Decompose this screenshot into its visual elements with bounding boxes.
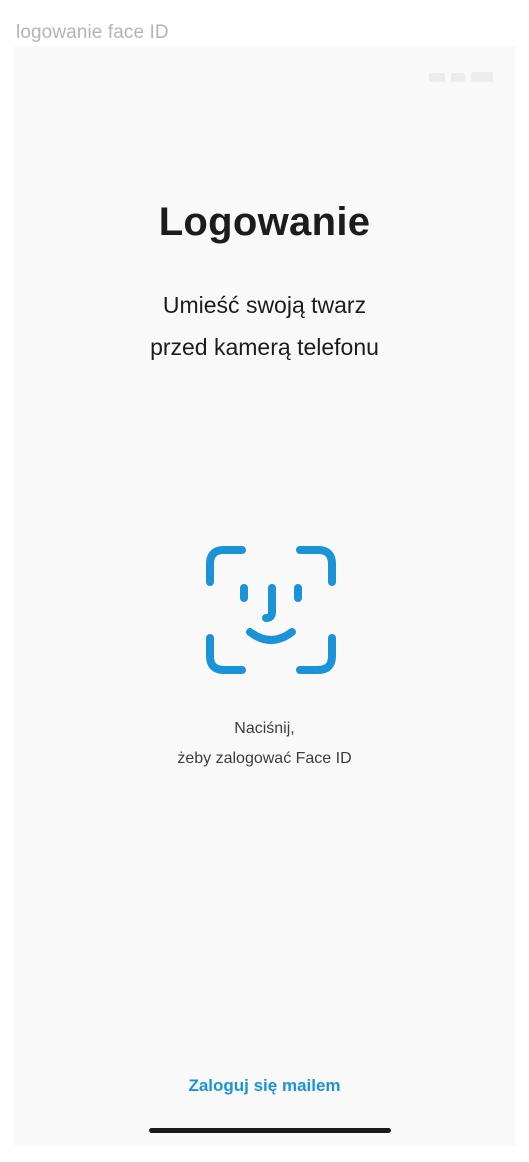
- frame-label: logowanie face ID: [16, 22, 169, 43]
- canvas: logowanie face ID Logowanie Umieść swoją…: [0, 0, 529, 1162]
- hint-line-2: żeby zalogować Face ID: [177, 750, 352, 767]
- instruction-line-1: Umieść swoją twarz: [162, 292, 367, 318]
- instruction-line-2: przed kamerą telefonu: [150, 334, 379, 360]
- signal-icon: [429, 72, 445, 82]
- wifi-icon: [451, 72, 465, 82]
- home-indicator: [149, 1128, 391, 1133]
- face-id-hint: Naciśnij, żeby zalogować Face ID: [14, 714, 515, 774]
- face-id-button[interactable]: [206, 546, 336, 674]
- email-login-link[interactable]: Zaloguj się mailem: [14, 1076, 515, 1096]
- page-title: Logowanie: [158, 200, 371, 244]
- status-bar: [14, 46, 515, 84]
- status-icons: [429, 72, 493, 82]
- hint-line-1: Naciśnij,: [234, 720, 295, 737]
- instruction-text: Umieść swoją twarz przed kamerą telefonu: [14, 284, 515, 368]
- face-id-icon: [206, 546, 336, 674]
- phone-screen: Logowanie Umieść swoją twarz przed kamer…: [14, 46, 515, 1146]
- battery-icon: [471, 72, 493, 82]
